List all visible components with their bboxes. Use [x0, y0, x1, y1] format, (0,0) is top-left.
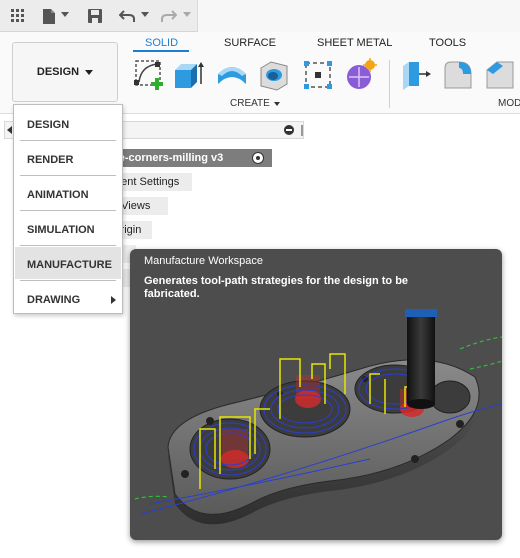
- hole-icon[interactable]: [256, 57, 292, 93]
- manufacture-tooltip: Manufacture Workspace Generates tool-pat…: [130, 249, 502, 540]
- create-sketch-icon[interactable]: [130, 57, 166, 93]
- panel-grip-icon[interactable]: [301, 125, 303, 136]
- chevron-down-icon: [85, 69, 94, 75]
- tab-solid[interactable]: SOLID: [145, 37, 178, 49]
- menu-item-animation[interactable]: ANIMATION: [15, 177, 121, 209]
- ribbon-divider: [389, 60, 390, 108]
- menu-item-manufacture[interactable]: MANUFACTURE: [15, 247, 121, 279]
- create-group-menu[interactable]: CREATE: [230, 98, 280, 109]
- menu-item-label: DESIGN: [27, 119, 70, 131]
- tab-tools[interactable]: TOOLS: [429, 37, 466, 49]
- menu-item-render[interactable]: RENDER: [15, 142, 121, 174]
- press-pull-icon[interactable]: [398, 57, 434, 93]
- menu-item-label: DRAWING: [27, 294, 81, 306]
- active-tab-indicator: [133, 50, 189, 52]
- workspace-menu: DESIGN RENDER ANIMATION SIMULATION MANUF…: [13, 104, 123, 314]
- modify-group-menu[interactable]: MOD: [498, 98, 520, 109]
- menu-divider: [20, 210, 116, 211]
- undo-caret-icon[interactable]: [141, 12, 149, 17]
- menu-divider: [20, 245, 116, 246]
- file-icon[interactable]: [41, 7, 57, 25]
- document-tab-strip: [197, 0, 520, 32]
- menu-item-drawing[interactable]: DRAWING: [15, 282, 121, 314]
- workspace-switcher-button[interactable]: DESIGN: [12, 42, 118, 102]
- workspace-switcher-label: DESIGN: [36, 66, 80, 78]
- active-component-radio-icon[interactable]: [252, 152, 264, 164]
- toolpath-preview-image: [134, 309, 502, 525]
- save-icon[interactable]: [86, 7, 104, 25]
- menu-item-design[interactable]: DESIGN: [15, 107, 121, 139]
- menu-divider: [20, 280, 116, 281]
- undo-icon[interactable]: [118, 7, 136, 25]
- tooltip-title: Manufacture Workspace: [144, 255, 264, 267]
- fillet-icon[interactable]: [440, 57, 476, 93]
- browser-root-label: de-corners-milling v3: [112, 152, 224, 164]
- chamfer-icon[interactable]: [482, 57, 518, 93]
- menu-item-label: SIMULATION: [27, 224, 95, 236]
- browser-node-document-settings[interactable]: ment Settings: [112, 173, 192, 191]
- menu-item-simulation[interactable]: SIMULATION: [15, 212, 121, 244]
- menu-item-label: MANUFACTURE: [27, 259, 112, 271]
- derive-icon[interactable]: [342, 57, 378, 93]
- collapse-arrow-icon[interactable]: [7, 126, 12, 134]
- tooltip-description: Generates tool-path strategies for the d…: [144, 275, 409, 300]
- create-group-label: CREATE: [230, 98, 270, 109]
- menu-divider: [20, 175, 116, 176]
- menu-item-label: ANIMATION: [27, 189, 89, 201]
- extrude-icon[interactable]: [170, 57, 206, 93]
- redo-icon[interactable]: [160, 7, 178, 25]
- app-grid-icon[interactable]: [9, 7, 27, 25]
- modify-group-label: MOD: [498, 98, 520, 109]
- create-form-icon[interactable]: [300, 57, 336, 93]
- tab-sheet-metal[interactable]: SHEET METAL: [317, 37, 392, 49]
- tab-surface[interactable]: SURFACE: [224, 37, 276, 49]
- toolbar-ribbon: DESIGN SOLID SURFACE SHEET METAL TOOLS C…: [0, 32, 520, 114]
- menu-item-label: RENDER: [27, 154, 74, 166]
- revolve-icon[interactable]: [214, 57, 250, 93]
- chevron-down-icon: [273, 101, 280, 106]
- file-menu-caret-icon[interactable]: [61, 12, 69, 17]
- quick-access-toolbar: [0, 0, 520, 32]
- menu-divider: [20, 140, 116, 141]
- redo-caret-icon[interactable]: [183, 12, 191, 17]
- browser-root-node[interactable]: de-corners-milling v3: [112, 149, 272, 167]
- chevron-right-icon: [111, 296, 116, 304]
- minimize-icon[interactable]: [284, 125, 294, 135]
